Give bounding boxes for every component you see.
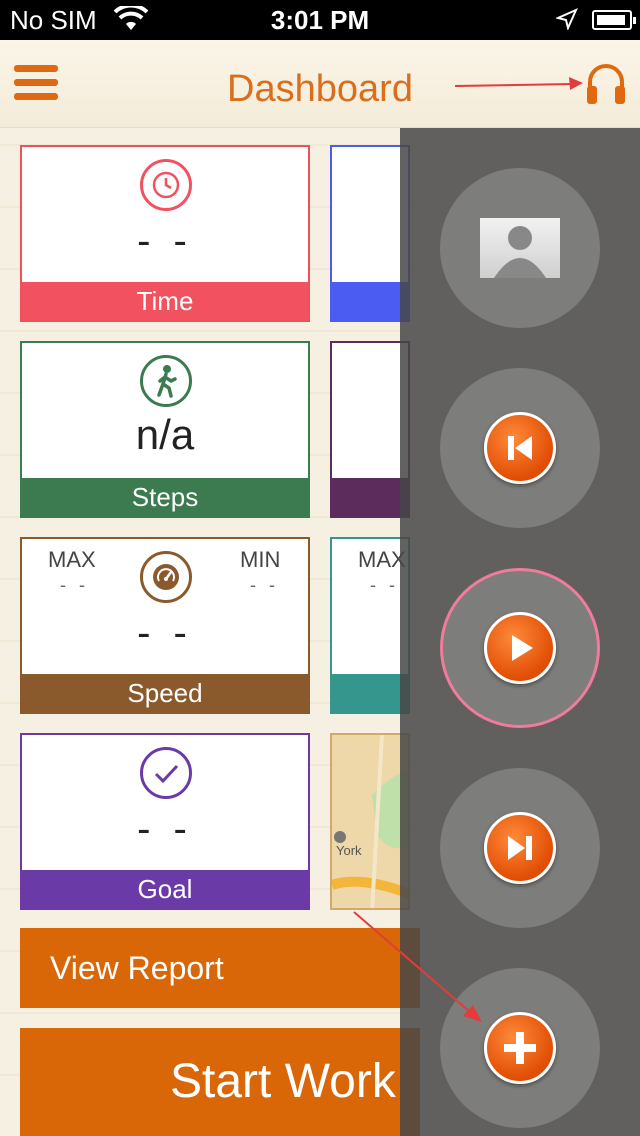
partial-tile[interactable]: MAX - -	[330, 537, 410, 714]
next-track-button[interactable]	[440, 768, 600, 928]
play-button[interactable]	[440, 568, 600, 728]
steps-label: Steps	[22, 478, 308, 516]
goal-value: - -	[137, 807, 193, 851]
speed-value: - -	[137, 611, 193, 655]
start-workout-button[interactable]: Start Work	[20, 1028, 420, 1136]
previous-track-icon	[484, 412, 556, 484]
clock-icon	[140, 159, 192, 211]
time-value: - -	[137, 219, 193, 263]
annotation-arrow-icon	[353, 911, 482, 1022]
play-icon	[484, 612, 556, 684]
status-time: 3:01 PM	[270, 5, 370, 35]
profile-avatar-button[interactable]	[440, 168, 600, 328]
partial-tile[interactable]	[330, 145, 410, 322]
partial-max-value: - -	[370, 575, 399, 595]
partial-max-label: MAX	[358, 547, 406, 572]
speed-min-value: - -	[250, 575, 279, 595]
map-label: York	[336, 843, 362, 858]
previous-track-button[interactable]	[440, 368, 600, 528]
speed-max-label: MAX	[48, 547, 96, 572]
speed-tile[interactable]: MAX - - MIN - - - - Speed	[20, 537, 310, 714]
speed-min-label: MIN	[240, 547, 281, 572]
location-arrow-icon	[556, 8, 578, 30]
partial-tile[interactable]	[330, 341, 410, 518]
next-track-icon	[484, 812, 556, 884]
speed-max-value: - -	[60, 575, 89, 595]
annotation-arrow-icon	[455, 77, 583, 90]
checkmark-icon	[140, 747, 192, 799]
speed-label: Speed	[22, 674, 308, 712]
status-bar: No SIM 3:01 PM	[0, 0, 640, 40]
steps-tile[interactable]: n/a Steps	[20, 341, 310, 518]
map-thumbnail[interactable]: York	[330, 733, 410, 910]
avatar-icon	[480, 218, 560, 278]
time-tile[interactable]: - - Time	[20, 145, 310, 322]
headphones-icon[interactable]	[584, 60, 628, 106]
walking-person-icon	[140, 355, 192, 407]
battery-icon	[592, 10, 636, 30]
goal-tile[interactable]: - - Goal	[20, 733, 310, 910]
speedometer-icon	[140, 551, 192, 603]
time-label: Time	[22, 282, 308, 320]
steps-value: n/a	[135, 411, 195, 458]
goal-label: Goal	[22, 870, 308, 908]
plus-icon	[484, 1012, 556, 1084]
